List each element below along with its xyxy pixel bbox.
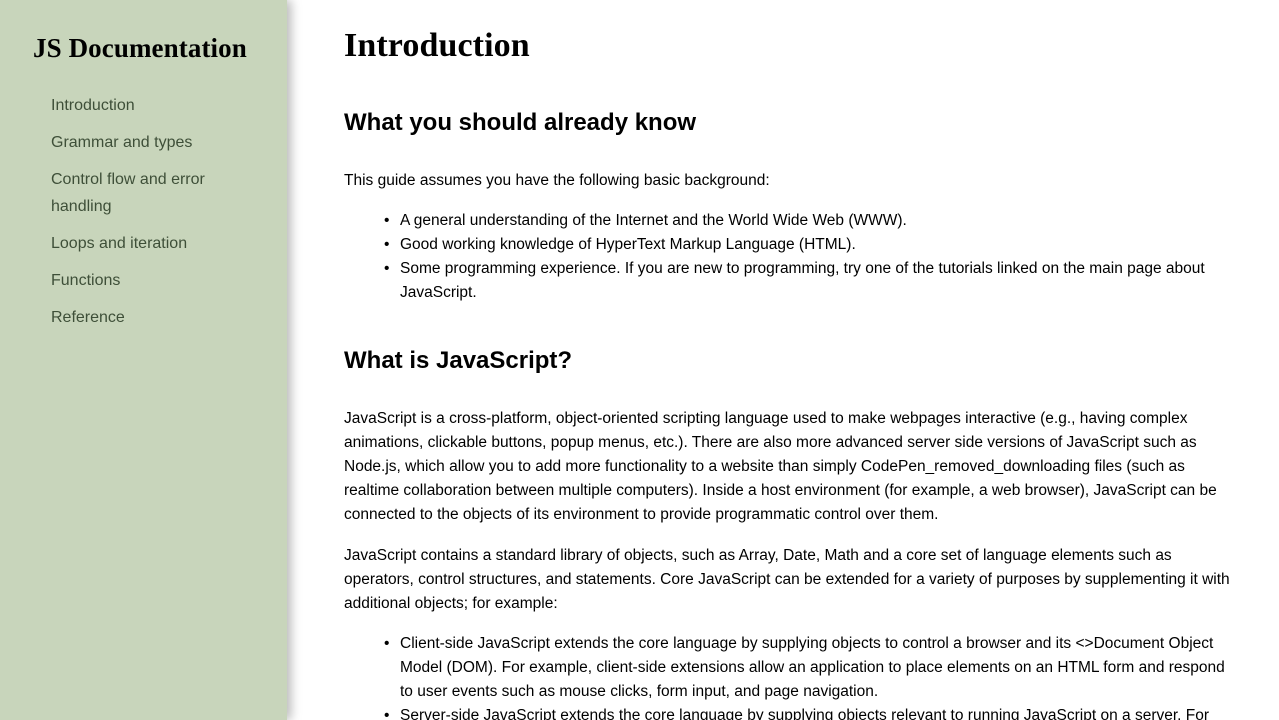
documentation-page: JS Documentation Introduction Grammar an… <box>0 0 1279 720</box>
sidebar-navigation: JS Documentation Introduction Grammar an… <box>0 0 287 720</box>
section-what-you-should-already-know: What you should already know This guide … <box>344 108 1234 305</box>
sidebar-link-loops-and-iteration[interactable]: Loops and iteration <box>51 225 263 262</box>
section-heading-what-you-should-already-know: What you should already know <box>344 108 697 136</box>
list-item: A general understanding of the Internet … <box>384 209 1234 233</box>
sidebar-item-reference[interactable]: Reference <box>0 299 287 336</box>
section-what-is-javascript: What is JavaScript? JavaScript is a cros… <box>344 346 1234 720</box>
list-item: Client-side JavaScript extends the core … <box>384 632 1234 704</box>
sidebar-nav-list: Introduction Grammar and types Control f… <box>0 87 287 336</box>
section-intro-paragraph: This guide assumes you have the followin… <box>344 171 770 189</box>
sidebar-link-reference[interactable]: Reference <box>51 299 263 336</box>
sidebar-link-introduction[interactable]: Introduction <box>51 87 263 124</box>
sidebar-link-control-flow-and-error-handling[interactable]: Control flow and error handling <box>51 161 263 225</box>
page-title: Introduction <box>344 27 530 64</box>
prerequisites-list: A general understanding of the Internet … <box>344 209 1234 305</box>
javascript-standard-library-paragraph: JavaScript contains a standard library o… <box>344 546 1230 612</box>
sidebar-item-control-flow-and-error-handling[interactable]: Control flow and error handling <box>0 161 287 225</box>
javascript-description-paragraph: JavaScript is a cross-platform, object-o… <box>344 409 1217 523</box>
sidebar-link-grammar-and-types[interactable]: Grammar and types <box>51 124 263 161</box>
sidebar-item-grammar-and-types[interactable]: Grammar and types <box>0 124 287 161</box>
main-content: Introduction What you should already kno… <box>287 0 1279 720</box>
list-item: Server-side JavaScript extends the core … <box>384 704 1234 720</box>
sidebar-item-functions[interactable]: Functions <box>0 262 287 299</box>
section-heading-what-is-javascript: What is JavaScript? <box>344 346 573 374</box>
sidebar-item-introduction[interactable]: Introduction <box>0 87 287 124</box>
main-content-column: Introduction What you should already kno… <box>344 0 1234 720</box>
list-item: Some programming experience. If you are … <box>384 257 1234 305</box>
sidebar-item-loops-and-iteration[interactable]: Loops and iteration <box>0 225 287 262</box>
javascript-extensions-list: Client-side JavaScript extends the core … <box>344 632 1234 720</box>
sidebar-link-functions[interactable]: Functions <box>51 262 263 299</box>
sidebar-title: JS Documentation <box>33 33 247 63</box>
list-item: Good working knowledge of HyperText Mark… <box>384 233 1234 257</box>
